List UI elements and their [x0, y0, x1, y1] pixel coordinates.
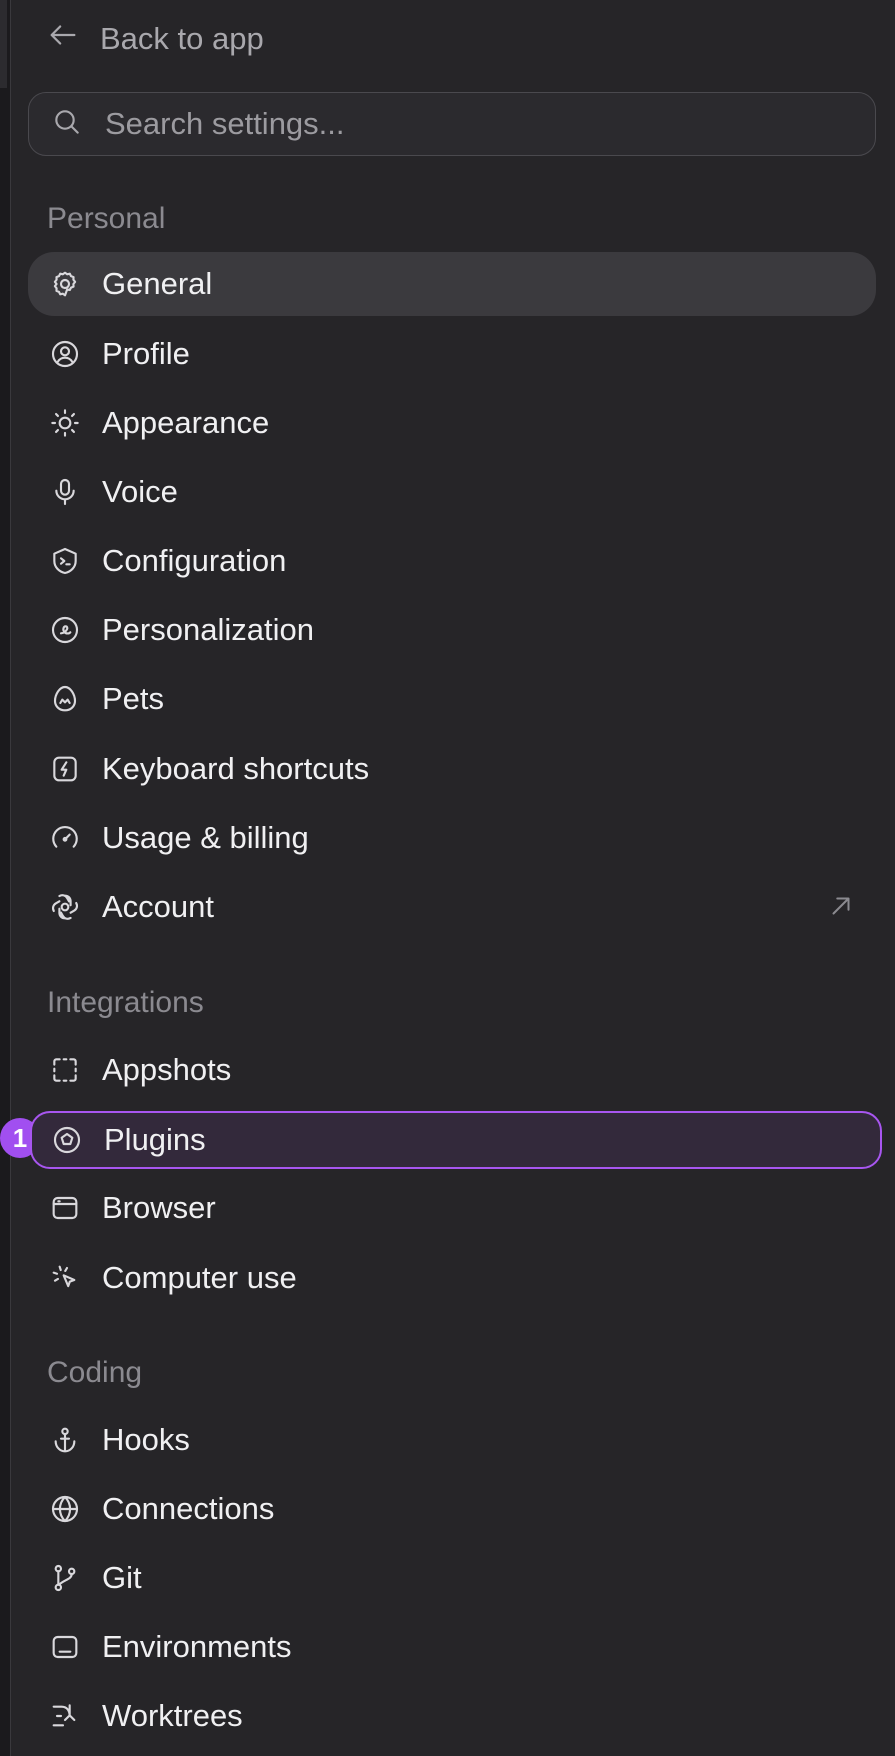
window-edge-tab	[0, 0, 7, 88]
worktree-icon	[48, 1699, 82, 1733]
sidebar-item-label: Keyboard shortcuts	[102, 751, 370, 786]
arrow-left-icon	[46, 18, 80, 60]
anchor-icon	[48, 1423, 82, 1457]
gear-icon	[48, 267, 82, 301]
sidebar-item-label: Account	[102, 889, 215, 924]
gauge-icon	[48, 821, 82, 855]
sidebar-item-git[interactable]: Git	[28, 1546, 876, 1610]
sidebar-item-label: Personalization	[102, 612, 314, 647]
sidebar-item-general[interactable]: General	[28, 252, 876, 316]
search-input[interactable]	[105, 106, 845, 142]
sidebar-item-hooks[interactable]: Hooks	[28, 1408, 876, 1472]
sidebar-item-worktrees[interactable]: Worktrees	[28, 1684, 876, 1748]
sidebar-item-label: Plugins	[104, 1122, 206, 1157]
sidebar-item-profile[interactable]: Profile	[28, 322, 876, 386]
sidebar-item-label: Usage & billing	[102, 820, 309, 855]
monitor-icon	[48, 1630, 82, 1664]
personalization-icon	[48, 613, 82, 647]
search-icon	[51, 106, 83, 143]
sun-icon	[48, 406, 82, 440]
sidebar-item-connections[interactable]: Connections	[28, 1477, 876, 1541]
sidebar-item-label: Appearance	[102, 405, 270, 440]
cursor-click-icon	[48, 1261, 82, 1295]
sidebar-item-label: Configuration	[102, 543, 287, 578]
browser-window-icon	[48, 1191, 82, 1225]
sidebar-item-label: Voice	[102, 474, 178, 509]
microphone-icon	[48, 475, 82, 509]
section-title-personal: Personal	[47, 202, 166, 235]
back-label: Back to app	[100, 21, 264, 56]
section-title-integrations: Integrations	[47, 986, 204, 1019]
terminal-shield-icon	[48, 544, 82, 578]
sidebar-item-label: Worktrees	[102, 1698, 243, 1733]
sidebar-item-label: General	[102, 266, 213, 301]
sidebar-item-usage-billing[interactable]: Usage & billing	[28, 806, 876, 870]
section-title-coding: Coding	[47, 1356, 143, 1389]
sidebar-item-appshots[interactable]: Appshots	[28, 1038, 876, 1102]
sidebar-item-browser[interactable]: Browser	[28, 1176, 876, 1240]
lightning-square-icon	[48, 752, 82, 786]
arrow-up-right-icon	[826, 891, 856, 921]
sidebar-item-label: Computer use	[102, 1260, 297, 1295]
sidebar-item-label: Environments	[102, 1629, 292, 1664]
sidebar-item-label: Pets	[102, 681, 165, 716]
sidebar-item-label: Browser	[102, 1190, 216, 1225]
user-circle-icon	[48, 337, 82, 371]
search-box[interactable]	[28, 92, 876, 156]
plugin-icon	[50, 1123, 84, 1157]
globe-icon	[48, 1492, 82, 1526]
pet-egg-icon	[48, 682, 82, 716]
sidebar-item-appearance[interactable]: Appearance	[28, 391, 876, 455]
sidebar-item-voice[interactable]: Voice	[28, 460, 876, 524]
sidebar-item-account[interactable]: Account	[28, 875, 876, 939]
sidebar-item-label: Hooks	[102, 1422, 190, 1457]
sidebar-item-keyboard-shortcuts[interactable]: Keyboard shortcuts	[28, 737, 876, 801]
sidebar-item-environments[interactable]: Environments	[28, 1615, 876, 1679]
sidebar-item-pets[interactable]: Pets	[28, 667, 876, 731]
sidebar-item-personalization[interactable]: Personalization	[28, 598, 876, 662]
sidebar-item-label: Git	[102, 1560, 142, 1595]
back-to-app-link[interactable]: Back to app	[46, 14, 264, 64]
git-branch-icon	[48, 1561, 82, 1595]
capture-frame-icon	[48, 1053, 82, 1087]
sidebar-item-computer-use[interactable]: Computer use	[28, 1246, 876, 1310]
window-edge	[0, 0, 11, 1756]
sidebar-item-plugins[interactable]: Plugins	[30, 1111, 882, 1169]
openai-logo-icon	[48, 890, 82, 924]
sidebar-item-label: Connections	[102, 1491, 275, 1526]
sidebar-item-configuration[interactable]: Configuration	[28, 529, 876, 593]
sidebar-item-label: Profile	[102, 336, 190, 371]
sidebar-item-label: Appshots	[102, 1052, 232, 1087]
